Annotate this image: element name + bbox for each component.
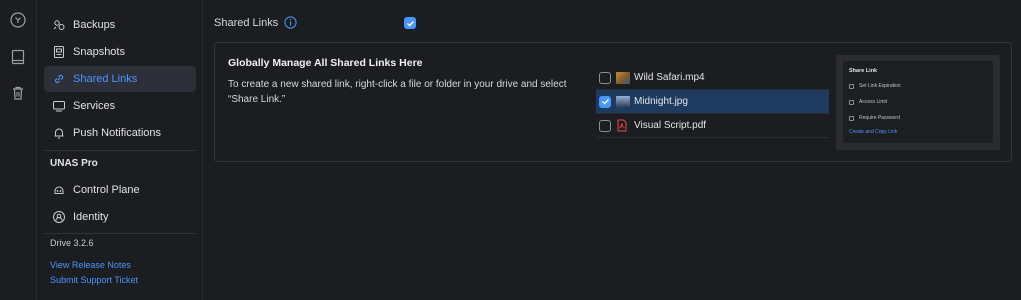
backup-icon [52,18,66,32]
trash-icon[interactable] [9,84,27,102]
sidebar-item-label: Push Notifications [73,127,162,139]
sidebar-item-label: Control Plane [73,184,140,196]
file-name: Visual Script.pdf [634,120,707,131]
info-icon[interactable] [284,16,297,29]
sidebar-item-label: Shared Links [73,73,138,85]
preview-checkbox [849,115,854,121]
monitor-icon [52,99,66,113]
main-content: Shared Links Globally Manage All Shared … [203,0,1021,300]
file-checkbox[interactable] [599,95,611,108]
sidebar-item-label: Snapshots [73,46,125,58]
divider [44,233,196,234]
sidebar: Backups Snapshots Shared Links Services … [37,0,203,300]
page-title: Shared Links [214,16,279,29]
shared-links-panel: Globally Manage All Shared Links Here To… [214,42,1012,162]
view-release-notes-link[interactable]: View Release Notes [50,260,131,270]
sidebar-item-control-plane[interactable]: Control Plane [44,177,196,203]
file-list: Wild Safari.mp4 Midnight.jpg Visual Scri… [596,66,829,138]
sidebar-item-push-notifications[interactable]: Push Notifications [44,120,196,146]
panel-description: To create a new shared link, right-click… [228,79,567,105]
version-label: Drive 3.2.6 [50,238,94,248]
section-title: UNAS Pro [50,158,98,169]
panel-heading: Globally Manage All Shared Links Here [228,57,423,69]
preview-checkbox [849,83,854,89]
preview-option: Set Link Expiration [849,83,901,89]
checkmark-icon [601,99,609,105]
list-item[interactable]: Visual Script.pdf [596,114,829,138]
preview-option-label: Require Password [859,115,900,121]
identity-icon [52,210,66,224]
control-plane-icon [52,183,66,197]
preview-option-label: Set Link Expiration [859,83,901,89]
sidebar-item-backups[interactable]: Backups [44,12,196,38]
preview-option: Require Password [849,115,900,121]
link-icon [52,72,66,86]
icon-rail [0,0,37,300]
file-checkbox[interactable] [599,119,611,132]
shared-links-toggle-checkbox[interactable] [404,17,416,29]
preview-checkbox [849,99,854,105]
sidebar-item-services[interactable]: Services [44,93,196,119]
sidebar-item-label: Backups [73,19,116,31]
sidebar-item-label: Services [73,100,116,112]
sidebar-item-identity[interactable]: Identity [44,204,196,230]
list-item[interactable]: Wild Safari.mp4 [596,66,829,90]
preview-option-label: Access Limit [859,99,888,105]
file-name: Wild Safari.mp4 [634,72,705,83]
file-checkbox[interactable] [599,71,611,84]
share-link-dialog-preview: Share Link Set Link Expiration Access Li… [843,61,993,143]
pdf-icon [616,119,628,132]
preview-title: Share Link [849,68,878,74]
preview-option: Access Limit [849,99,887,105]
checkmark-icon [406,20,414,27]
sidebar-item-shared-links[interactable]: Shared Links [44,66,196,92]
share-link-preview: Share Link Set Link Expiration Access Li… [836,55,1000,150]
book-icon[interactable] [9,48,27,66]
bell-icon [52,126,66,140]
divider [44,150,196,151]
sidebar-item-snapshots[interactable]: Snapshots [44,39,196,65]
drive-logo-icon[interactable] [9,11,27,29]
image-thumbnail-icon [616,95,630,108]
preview-create-link: Create and Copy Link [849,129,898,135]
submit-support-ticket-link[interactable]: Submit Support Ticket [50,275,138,285]
video-thumbnail-icon [616,71,630,84]
sidebar-item-label: Identity [73,211,109,223]
page-header: Shared Links [214,16,297,29]
list-item[interactable]: Midnight.jpg [596,90,829,114]
file-name: Midnight.jpg [634,96,688,107]
snapshot-icon [52,45,66,59]
